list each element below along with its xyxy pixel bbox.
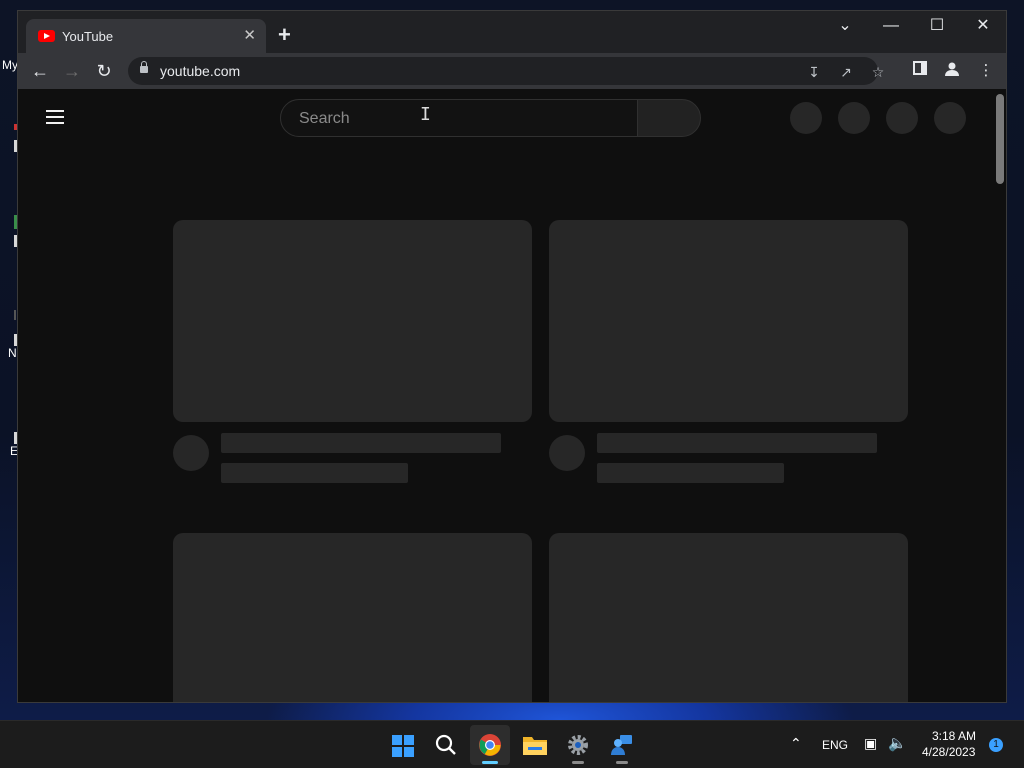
windows-logo-icon xyxy=(392,735,414,757)
skeleton-meta-line xyxy=(597,463,784,483)
app-icon xyxy=(14,310,16,320)
taskbar: ⌃ ENG ▣ 🔈 3:18 AM 4/28/2023 xyxy=(0,720,1024,768)
tab-title: YouTube xyxy=(62,29,114,44)
taskbar-search-button[interactable] xyxy=(426,725,466,765)
active-app-indicator xyxy=(482,761,498,764)
back-icon[interactable]: ← xyxy=(28,59,52,83)
search-icon xyxy=(435,734,456,755)
taskbar-remote-assistance[interactable] xyxy=(602,725,642,765)
search-button[interactable] xyxy=(637,99,701,137)
search-input[interactable] xyxy=(297,108,621,130)
clock-time[interactable]: 3:18 AM xyxy=(932,729,976,743)
skeleton-meta-line xyxy=(221,463,408,483)
skeleton-topbar-button xyxy=(934,102,966,134)
taskbar-chrome[interactable] xyxy=(470,725,510,765)
text-cursor-icon: I xyxy=(420,104,431,125)
notification-badge[interactable]: 1 xyxy=(989,738,1003,752)
start-button[interactable] xyxy=(382,725,422,765)
show-hidden-icons-chevron-icon[interactable]: ⌃ xyxy=(790,735,802,752)
reload-icon[interactable]: ↻ xyxy=(92,59,116,83)
youtube-page: I xyxy=(18,89,1006,702)
clock-date[interactable]: 4/28/2023 xyxy=(922,745,975,759)
minimize-button[interactable]: — xyxy=(868,11,914,43)
address-url[interactable]: youtube.com xyxy=(160,63,240,79)
forward-icon[interactable]: → xyxy=(60,59,84,83)
skeleton-channel-avatar xyxy=(549,435,585,471)
network-icon[interactable]: ▣ xyxy=(864,735,877,752)
chrome-icon xyxy=(479,734,501,756)
menu-kebab-icon[interactable]: ⋮ xyxy=(976,61,996,81)
skeleton-topbar-button xyxy=(838,102,870,134)
browser-window: YouTube ✕ + ⌄ — ☐ ✕ ← → ↻ youtube.com ↧ … xyxy=(17,10,1007,703)
install-app-icon[interactable]: ↧ xyxy=(806,64,822,80)
bookmark-star-icon[interactable]: ☆ xyxy=(870,64,886,80)
share-icon[interactable]: ↗ xyxy=(838,64,854,80)
skeleton-topbar-button xyxy=(886,102,918,134)
profile-icon[interactable] xyxy=(942,61,962,81)
search-box[interactable] xyxy=(280,99,638,137)
folder-icon xyxy=(523,737,547,755)
gear-icon xyxy=(568,735,588,755)
volume-icon[interactable]: 🔈 xyxy=(888,734,907,752)
lock-icon[interactable] xyxy=(140,61,148,73)
youtube-icon xyxy=(38,30,55,42)
side-panel-icon[interactable] xyxy=(910,61,930,81)
skeleton-title-line xyxy=(597,433,877,453)
tab-youtube[interactable]: YouTube ✕ xyxy=(26,19,266,53)
tab-search-button[interactable]: ⌄ xyxy=(822,11,868,43)
running-app-indicator xyxy=(572,761,584,764)
skeleton-channel-avatar xyxy=(173,435,209,471)
browser-toolbar: ← → ↻ youtube.com ↧ ↗ ☆ ⋮ xyxy=(18,53,1006,89)
running-app-indicator xyxy=(616,761,628,764)
language-indicator[interactable]: ENG xyxy=(822,738,848,752)
skeleton-topbar-button xyxy=(790,102,822,134)
maximize-button[interactable]: ☐ xyxy=(914,11,960,43)
close-window-button[interactable]: ✕ xyxy=(960,11,1006,43)
guide-menu-icon[interactable] xyxy=(46,110,64,124)
address-bar[interactable]: youtube.com ↧ ↗ ☆ xyxy=(128,57,884,85)
tab-close-icon[interactable]: ✕ xyxy=(243,26,256,46)
skeleton-video-thumbnail xyxy=(173,533,532,702)
taskbar-file-explorer[interactable] xyxy=(514,725,554,765)
skeleton-title-line xyxy=(221,433,501,453)
page-scrollbar[interactable] xyxy=(996,94,1004,184)
quick-assist-icon xyxy=(611,735,632,755)
skeleton-video-thumbnail xyxy=(549,533,908,702)
taskbar-settings[interactable] xyxy=(558,725,598,765)
tab-strip: YouTube ✕ + ⌄ — ☐ ✕ xyxy=(18,11,1006,53)
skeleton-video-thumbnail xyxy=(173,220,532,422)
skeleton-video-thumbnail xyxy=(549,220,908,422)
new-tab-button[interactable]: + xyxy=(278,24,291,46)
